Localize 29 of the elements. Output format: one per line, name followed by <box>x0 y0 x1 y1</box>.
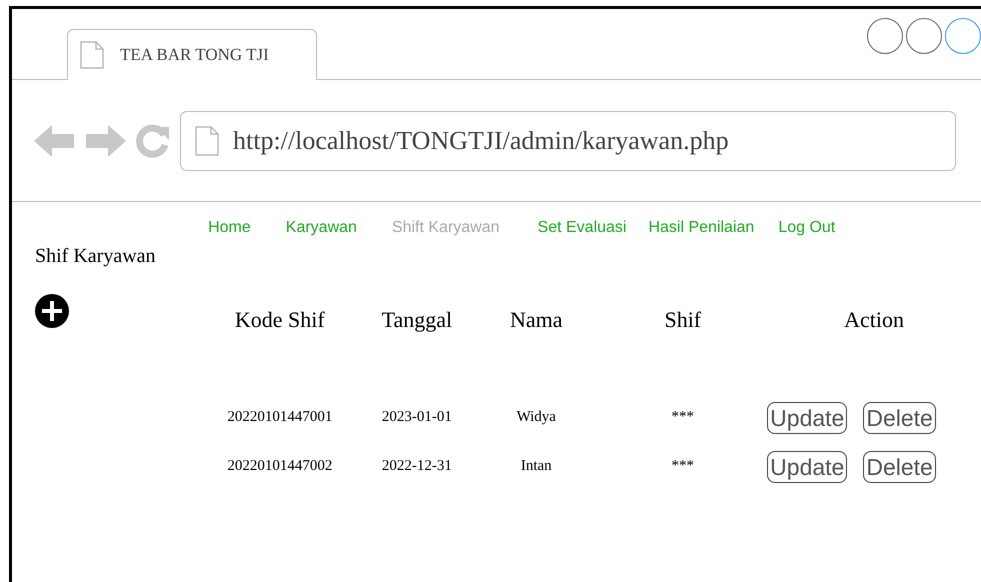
table-cell: Intan <box>520 458 552 474</box>
action-button[interactable]: Delete <box>863 450 936 482</box>
column-header: Nama <box>510 307 563 332</box>
forward-arrow-icon[interactable] <box>84 122 126 158</box>
add-icon[interactable] <box>35 294 69 328</box>
window-control-icon[interactable] <box>867 18 903 54</box>
action-button[interactable]: Update <box>767 402 848 434</box>
document-icon <box>80 41 104 69</box>
table-cell: 2023-01-01 <box>382 409 452 425</box>
table-cell: Widya <box>516 409 556 425</box>
table-cell: *** <box>672 409 694 425</box>
action-button[interactable]: Delete <box>863 402 936 434</box>
window-control-icon[interactable] <box>906 18 942 54</box>
table-cell: *** <box>672 458 694 474</box>
page-title: Shif Karyawan <box>35 245 157 268</box>
column-header: Shif <box>664 307 702 332</box>
reload-icon[interactable] <box>134 122 170 158</box>
action-button[interactable]: Update <box>767 450 848 482</box>
column-header: Action <box>844 307 904 332</box>
document-icon <box>195 126 219 156</box>
back-arrow-icon[interactable] <box>34 122 76 158</box>
address-bar[interactable]: http://localhost/TONGTJI/admin/karyawan.php <box>180 110 956 170</box>
browser-tab[interactable]: TEA BAR TONG TJI <box>67 29 317 80</box>
column-header: Tanggal <box>382 307 452 332</box>
column-header: Kode Shif <box>234 307 325 332</box>
table-cell: 20220101447002 <box>227 458 332 474</box>
table-cell: 2022-12-31 <box>382 458 452 474</box>
table-cell: 20220101447001 <box>227 409 332 425</box>
window-control-icon[interactable] <box>945 18 981 54</box>
